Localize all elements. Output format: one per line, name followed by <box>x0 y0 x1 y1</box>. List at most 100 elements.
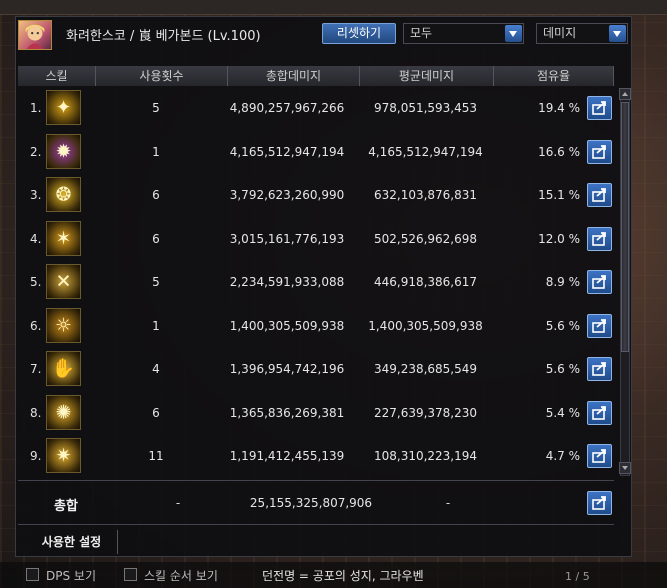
scroll-up-button[interactable] <box>619 88 631 100</box>
row-average-damage: 978,051,593,453 <box>373 101 478 115</box>
table-row: 1. ✦ 5 4,890,257,967,266 978,051,593,453… <box>18 86 618 130</box>
total-damage: 25,155,325,807,906 <box>249 496 373 510</box>
row-average-damage: 227,639,378,230 <box>373 405 478 420</box>
svg-text:☼: ☼ <box>55 315 72 336</box>
game-top-strip <box>0 0 667 15</box>
share-row-button[interactable] <box>587 226 612 251</box>
skill-icon: ✋ <box>46 351 81 386</box>
row-average-damage: 349,238,685,549 <box>373 362 478 376</box>
chevron-down-icon <box>505 25 522 42</box>
row-total-damage: 1,396,954,742,196 <box>229 362 345 376</box>
table-row: 2. ✹ 1 4,165,512,947,194 4,165,512,947,1… <box>18 130 618 174</box>
share-icon <box>592 275 606 289</box>
share-row-button[interactable] <box>587 270 612 294</box>
total-label: 총합 <box>54 499 78 514</box>
row-share: 19.4 % <box>538 101 580 115</box>
dps-checkbox-label: DPS 보기 <box>46 569 96 583</box>
share-row-button[interactable] <box>587 183 612 207</box>
row-index: 4. <box>30 231 42 246</box>
share-row-button[interactable] <box>587 444 612 468</box>
row-average-damage: 4,165,512,947,194 <box>368 144 483 159</box>
skill-icon: ✷ <box>46 438 81 473</box>
column-header-average-damage[interactable]: 평균데미지 <box>360 66 494 86</box>
skill-order-checkbox-label: 스킬 순서 보기 <box>144 569 218 583</box>
table-header: 스킬 사용횟수 총합데미지 평균데미지 점유율 <box>18 66 614 86</box>
row-uses: 6 <box>152 188 160 202</box>
scroll-down-button[interactable] <box>619 462 631 474</box>
row-total-damage: 2,234,591,933,088 <box>229 275 345 289</box>
tab-used-settings[interactable]: 사용한 설정 <box>26 530 118 554</box>
row-average-damage: 632,103,876,831 <box>373 188 478 202</box>
row-average-damage: 108,310,223,194 <box>373 449 478 463</box>
dps-checkbox[interactable] <box>26 568 39 581</box>
table-row: 4. ✶ 6 3,015,161,776,193 502,526,962,698… <box>18 217 618 261</box>
row-share: 4.7 % <box>545 449 580 463</box>
row-uses: 1 <box>152 144 160 159</box>
row-total-damage: 4,165,512,947,194 <box>229 144 345 159</box>
share-row-button[interactable] <box>587 313 612 338</box>
row-uses: 5 <box>152 101 160 115</box>
table-row: 3. ❂ 6 3,792,623,260,990 632,103,876,831… <box>18 173 618 217</box>
row-total-damage: 1,191,412,455,139 <box>229 449 345 463</box>
row-total-damage: 1,400,305,509,938 <box>229 318 345 333</box>
share-row-button[interactable] <box>587 400 612 425</box>
share-icon <box>592 496 606 510</box>
row-uses: 6 <box>152 405 160 420</box>
row-total-damage: 4,890,257,967,266 <box>229 101 345 115</box>
column-header-share[interactable]: 점유율 <box>494 66 614 86</box>
filter-dropdown[interactable]: 모두 <box>403 23 524 44</box>
divider <box>18 524 614 525</box>
row-share: 5.6 % <box>545 318 580 333</box>
column-header-uses[interactable]: 사용횟수 <box>96 66 228 86</box>
row-average-damage: 446,918,386,617 <box>373 275 478 289</box>
row-index: 8. <box>30 405 42 420</box>
skill-icon: ❂ <box>46 177 81 212</box>
share-icon <box>592 362 606 376</box>
skill-icon: ✹ <box>46 133 81 169</box>
skill-damage-table: 스킬 사용횟수 총합데미지 평균데미지 점유율 1. ✦ 5 4,890,257… <box>18 66 632 478</box>
metric-dropdown[interactable]: 데미지 <box>536 23 628 44</box>
dungeon-name: 던전명 = 공포의 성지, 그라우벤 <box>262 569 424 583</box>
svg-text:✶: ✶ <box>56 228 72 249</box>
avatar-portrait-icon <box>25 24 45 49</box>
total-average: - <box>445 496 451 510</box>
table-row: 5. ✕ 5 2,234,591,933,088 446,918,386,617… <box>18 260 618 304</box>
table-row: 9. ✷ 11 1,191,412,455,139 108,310,223,19… <box>18 434 618 478</box>
share-icon <box>592 231 606 246</box>
table-row: 8. ✺ 6 1,365,836,269,381 227,639,378,230… <box>18 391 618 435</box>
row-index: 1. <box>30 101 42 115</box>
share-icon <box>592 318 606 333</box>
row-total-damage: 1,365,836,269,381 <box>229 405 345 420</box>
column-header-total-damage[interactable]: 총합데미지 <box>228 66 360 86</box>
skill-icon: ✶ <box>46 220 81 256</box>
svg-text:✺: ✺ <box>56 402 72 423</box>
svg-text:✦: ✦ <box>56 98 72 119</box>
skill-icon: ✕ <box>46 264 81 299</box>
row-index: 9. <box>30 449 42 463</box>
filter-dropdown-value: 모두 <box>410 26 433 40</box>
share-row-button[interactable] <box>587 139 612 164</box>
row-uses: 1 <box>152 318 160 333</box>
reset-button[interactable]: 리셋하기 <box>322 23 396 44</box>
row-index: 7. <box>30 362 42 376</box>
share-row-button[interactable] <box>587 357 612 381</box>
share-icon <box>592 188 606 202</box>
row-share: 5.4 % <box>545 405 580 420</box>
share-row-button[interactable] <box>587 96 612 120</box>
character-name: 화려한스코 / 崀 베가본드 (Lv.100) <box>66 29 261 44</box>
row-index: 3. <box>30 188 42 202</box>
share-icon <box>592 449 606 463</box>
page-indicator: 1 / 5 <box>565 570 590 583</box>
share-total-button[interactable] <box>587 491 612 515</box>
table-row: 7. ✋ 4 1,396,954,742,196 349,238,685,549… <box>18 347 618 391</box>
column-header-skill[interactable]: 스킬 <box>18 66 96 86</box>
row-index: 5. <box>30 275 42 289</box>
row-average-damage: 1,400,305,509,938 <box>368 318 483 333</box>
skill-order-checkbox[interactable] <box>124 568 137 581</box>
divider <box>18 480 614 481</box>
scrollbar-thumb[interactable] <box>621 102 629 352</box>
row-index: 6. <box>30 318 42 333</box>
row-uses: 5 <box>152 275 160 289</box>
row-share: 5.6 % <box>545 362 580 376</box>
character-avatar <box>18 20 52 50</box>
